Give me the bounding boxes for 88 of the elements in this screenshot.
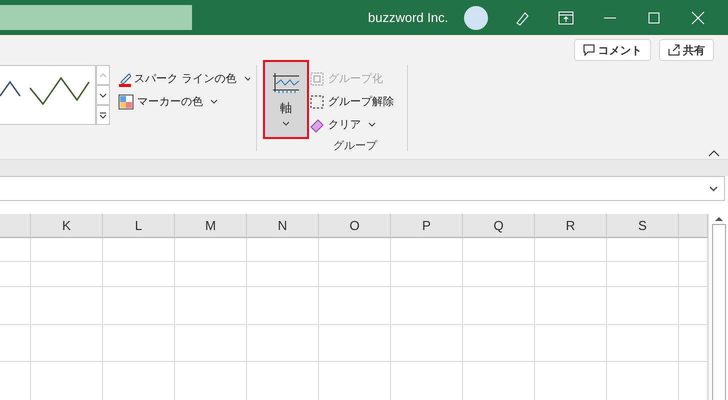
sheet-cell[interactable]	[247, 287, 319, 325]
sheet-cell[interactable]	[391, 262, 463, 287]
axis-chart-icon	[271, 70, 301, 96]
column-header[interactable]: P	[391, 214, 463, 238]
caret-icon	[282, 121, 290, 126]
ungroup-button[interactable]: グループ解除	[309, 92, 394, 111]
search-bar[interactable]	[0, 5, 192, 30]
up-caret-icon	[99, 72, 107, 78]
collapse-ribbon-icon[interactable]	[708, 149, 720, 157]
sheet-cell[interactable]	[103, 238, 175, 262]
avatar[interactable]	[464, 6, 488, 30]
ungroup-icon	[309, 94, 325, 110]
eraser-icon	[309, 116, 325, 132]
sheet-cell[interactable]	[319, 287, 391, 325]
sheet-cell[interactable]	[31, 238, 103, 262]
sheet-cell[interactable]	[0, 287, 31, 325]
maximize-icon[interactable]	[646, 10, 662, 26]
sheet-cell[interactable]	[0, 325, 31, 362]
sheet-cell[interactable]	[247, 325, 319, 362]
share-icon	[668, 44, 680, 56]
sheet-cell[interactable]	[247, 238, 319, 262]
sheet-cell[interactable]	[535, 325, 607, 362]
sheet-cell[interactable]	[0, 238, 31, 262]
column-header[interactable]: M	[175, 214, 247, 238]
sparkline-gallery[interactable]	[0, 65, 96, 125]
pen-icon[interactable]	[514, 10, 530, 26]
caret-icon	[99, 92, 107, 98]
column-header[interactable]: K	[31, 214, 103, 238]
sheet-cell[interactable]	[463, 287, 535, 325]
sheet-cell[interactable]	[319, 262, 391, 287]
sheet-cell[interactable]	[463, 325, 535, 362]
expand-icon[interactable]	[709, 186, 718, 192]
sheet-cell[interactable]	[391, 287, 463, 325]
comment-icon	[583, 44, 595, 56]
axis-button[interactable]: 軸	[263, 60, 309, 139]
sheet-cell[interactable]	[463, 262, 535, 287]
close-icon[interactable]	[690, 10, 706, 26]
column-header[interactable]: O	[319, 214, 391, 238]
column-header[interactable]: S	[607, 214, 679, 238]
sheet-cell[interactable]	[31, 287, 103, 325]
sheet-cell[interactable]	[607, 287, 679, 325]
scroll-down-button[interactable]	[96, 85, 110, 105]
sheet-cell[interactable]	[319, 238, 391, 262]
sheet-cell[interactable]	[535, 287, 607, 325]
scroll-up-icon[interactable]	[714, 216, 724, 222]
sheet-cell[interactable]	[535, 238, 607, 262]
sheet-cell[interactable]	[319, 325, 391, 362]
sheet-cell[interactable]	[463, 238, 535, 262]
sheet-cell[interactable]	[175, 325, 247, 362]
column-header[interactable]	[679, 214, 708, 238]
sheet-cell[interactable]	[175, 238, 247, 262]
more-icon	[99, 112, 107, 118]
sheet-cell[interactable]	[247, 262, 319, 287]
sheet-cell[interactable]	[31, 325, 103, 362]
sheet-cell[interactable]	[175, 262, 247, 287]
caret-icon	[210, 99, 218, 104]
sheet-cell[interactable]	[391, 325, 463, 362]
share-button[interactable]: 共有	[659, 39, 714, 61]
group-label: グループ	[333, 138, 377, 153]
sheet-cell[interactable]	[103, 262, 175, 287]
sheet-cell[interactable]	[607, 325, 679, 362]
column-header[interactable]: L	[103, 214, 175, 238]
account-name: buzzword Inc.	[368, 10, 450, 25]
comment-button[interactable]: コメント	[574, 39, 651, 61]
sheet-cell[interactable]	[391, 238, 463, 262]
sheet-cell[interactable]	[31, 262, 103, 287]
column-header[interactable]: Q	[463, 214, 535, 238]
clear-button[interactable]: クリア	[309, 115, 376, 134]
vertical-scrollbar[interactable]	[708, 214, 728, 400]
marker-color-icon	[118, 94, 134, 110]
sheet-cell[interactable]	[0, 262, 31, 287]
sparkline-color-button[interactable]: スパーク ラインの色	[118, 69, 250, 88]
sheet-cell[interactable]	[175, 287, 247, 325]
sheet-cell[interactable]	[535, 262, 607, 287]
column-header[interactable]: N	[247, 214, 319, 238]
column-header[interactable]	[0, 214, 31, 238]
ribbon-display-icon[interactable]	[558, 10, 574, 26]
marker-color-button[interactable]: マーカーの色	[118, 92, 250, 111]
sheet-cell[interactable]	[607, 262, 679, 287]
caret-icon	[368, 122, 376, 127]
caret-icon	[244, 76, 250, 81]
more-styles-button[interactable]	[96, 105, 110, 125]
sheet-cell[interactable]	[607, 238, 679, 262]
column-header[interactable]: R	[535, 214, 607, 238]
pen-icon	[118, 70, 131, 86]
sheet-cell[interactable]	[103, 287, 175, 325]
group-icon	[309, 70, 325, 86]
sheet-cell[interactable]	[103, 325, 175, 362]
